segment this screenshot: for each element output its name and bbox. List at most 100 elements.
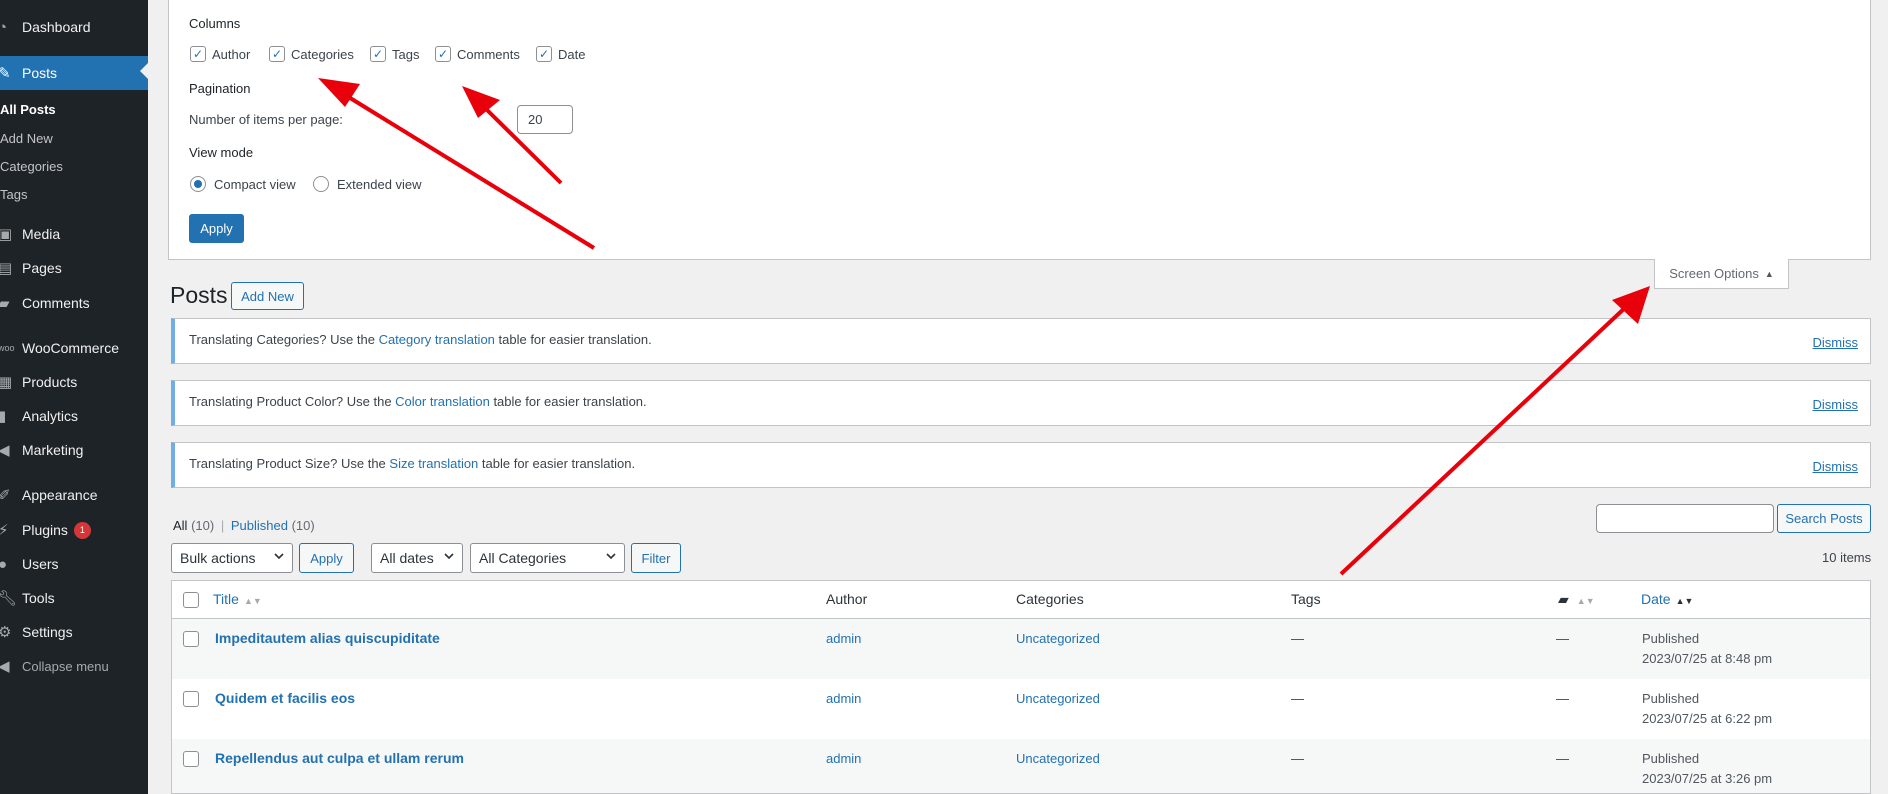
notice-color-translation: Translating Product Color? Use the Color… [171, 380, 1871, 426]
column-toggle-author[interactable]: ✓ Author [190, 46, 250, 62]
posts-table: Title ▲▼ Author Categories Tags ▰ ▲▼ Date ▲… [171, 580, 1871, 794]
table-row: Impeditautem alias quiscupiditate admin … [172, 619, 1870, 679]
pagination-heading: Pagination [189, 81, 251, 96]
screen-options-apply-button[interactable]: Apply [189, 214, 244, 243]
post-category-link[interactable]: Uncategorized [1016, 691, 1100, 706]
post-title-link[interactable]: Quidem et facilis eos [215, 690, 355, 706]
post-date: 2023/07/25 at 3:26 pm [1642, 771, 1773, 786]
category-filter-select[interactable]: All Categories [470, 543, 625, 573]
post-date: 2023/07/25 at 6:22 pm [1642, 711, 1773, 726]
category-translation-link[interactable]: Category translation [379, 332, 495, 347]
color-translation-link[interactable]: Color translation [395, 394, 490, 409]
checkbox-checked-icon[interactable]: ✓ [435, 46, 451, 62]
dismiss-link[interactable]: Dismiss [1813, 459, 1859, 474]
menu-analytics[interactable]: ▮ Analytics [0, 401, 148, 431]
menu-dashboard[interactable]: ◔ Dashboard [0, 12, 148, 42]
post-tags: — [1291, 631, 1304, 646]
column-author: Author [826, 591, 868, 607]
radio-empty-icon[interactable] [313, 176, 329, 192]
post-status-filters: All (10) | Published (10) [173, 518, 315, 533]
page-title: Posts [170, 282, 228, 308]
checkbox-checked-icon[interactable]: ✓ [269, 46, 285, 62]
status-published-link[interactable]: Published [231, 518, 288, 533]
caret-up-icon: ▲ [1764, 268, 1774, 279]
collapse-menu[interactable]: ◀ Collapse menu [0, 651, 148, 681]
column-comments-sort[interactable]: ▰ ▲▼ [1558, 591, 1595, 608]
menu-posts[interactable]: ✎ Posts [0, 56, 148, 90]
column-toggle-date[interactable]: ✓ Date [536, 46, 585, 62]
brush-icon: ✐ [0, 487, 11, 504]
chevron-down-icon [606, 553, 616, 560]
column-date-sort[interactable]: Date ▲▼ [1641, 591, 1693, 607]
columns-heading: Columns [189, 16, 241, 31]
filter-button[interactable]: Filter [631, 543, 681, 573]
column-title-sort[interactable]: Title ▲▼ [213, 591, 262, 607]
menu-appearance[interactable]: ✐ Appearance [0, 480, 148, 510]
post-author-link[interactable]: admin [826, 691, 861, 706]
menu-pages[interactable]: ▤ Pages [0, 253, 148, 283]
sort-icon: ▲▼ [1576, 596, 1595, 606]
post-comments: — [1556, 691, 1569, 706]
menu-users[interactable]: ● Users [0, 549, 148, 579]
settings-icon: ⚙ [0, 624, 12, 641]
bulk-apply-button[interactable]: Apply [299, 543, 354, 573]
dismiss-link[interactable]: Dismiss [1813, 335, 1859, 350]
radio-compact-view[interactable]: Compact view [190, 176, 296, 192]
post-title-link[interactable]: Impeditautem alias quiscupiditate [215, 630, 440, 646]
dashboard-icon: ◔ [0, 18, 8, 36]
checkbox-checked-icon[interactable]: ✓ [536, 46, 552, 62]
post-category-link[interactable]: Uncategorized [1016, 631, 1100, 646]
comment-icon: ▰ [0, 295, 10, 312]
add-new-post-button[interactable]: Add New [231, 282, 304, 310]
status-all-link[interactable]: All [173, 518, 187, 533]
checkbox-checked-icon[interactable]: ✓ [370, 46, 386, 62]
woo-icon: woo [0, 343, 15, 353]
menu-media[interactable]: ▣ Media [0, 219, 148, 249]
search-posts-button[interactable]: Search Posts [1777, 504, 1871, 533]
menu-comments[interactable]: ▰ Comments [0, 288, 148, 318]
menu-tools[interactable]: 🔧︎ Tools [0, 583, 148, 613]
submenu-add-new[interactable]: Add New [0, 131, 53, 146]
products-icon: ▦ [0, 374, 13, 391]
post-author-link[interactable]: admin [826, 631, 861, 646]
menu-settings[interactable]: ⚙ Settings [0, 617, 148, 647]
screen-options-toggle[interactable]: Screen Options ▲ [1654, 259, 1789, 289]
column-toggle-categories[interactable]: ✓ Categories [269, 46, 354, 62]
radio-selected-icon[interactable] [190, 176, 206, 192]
per-page-input[interactable]: 20 [517, 105, 573, 134]
post-status: Published [1642, 751, 1700, 766]
select-all-checkbox[interactable] [183, 592, 199, 608]
dismiss-link[interactable]: Dismiss [1813, 397, 1859, 412]
date-filter-select[interactable]: All dates [371, 543, 463, 573]
post-comments: — [1556, 631, 1569, 646]
post-category-link[interactable]: Uncategorized [1016, 751, 1100, 766]
radio-extended-view[interactable]: Extended view [313, 176, 422, 192]
per-page-label: Number of items per page: [189, 112, 343, 127]
menu-woocommerce[interactable]: woo WooCommerce [0, 333, 148, 363]
bulk-actions-select[interactable]: Bulk actions [171, 543, 293, 573]
collapse-icon: ◀ [0, 658, 10, 675]
menu-plugins[interactable]: ⚡ Plugins 1 [0, 515, 148, 545]
submenu-categories[interactable]: Categories [0, 159, 63, 174]
row-checkbox[interactable] [183, 751, 199, 767]
search-posts-input[interactable] [1596, 504, 1774, 533]
menu-marketing[interactable]: ◀ Marketing [0, 435, 148, 465]
post-tags: — [1291, 751, 1304, 766]
submenu-all-posts[interactable]: All Posts [0, 102, 56, 117]
size-translation-link[interactable]: Size translation [389, 456, 478, 471]
post-status: Published [1642, 691, 1700, 706]
post-title-link[interactable]: Repellendus aut culpa et ullam rerum [215, 750, 464, 766]
column-toggle-tags[interactable]: ✓ Tags [370, 46, 419, 62]
row-checkbox[interactable] [183, 631, 199, 647]
table-header: Title ▲▼ Author Categories Tags ▰ ▲▼ Date ▲… [172, 581, 1870, 619]
notice-size-translation: Translating Product Size? Use the Size t… [171, 442, 1871, 488]
row-checkbox[interactable] [183, 691, 199, 707]
checkbox-checked-icon[interactable]: ✓ [190, 46, 206, 62]
notice-category-translation: Translating Categories? Use the Category… [171, 318, 1871, 364]
menu-products[interactable]: ▦ Products [0, 367, 148, 397]
column-toggle-comments[interactable]: ✓ Comments [435, 46, 520, 62]
post-comments: — [1556, 751, 1569, 766]
post-author-link[interactable]: admin [826, 751, 861, 766]
user-icon: ● [0, 555, 8, 573]
submenu-tags[interactable]: Tags [0, 187, 27, 202]
